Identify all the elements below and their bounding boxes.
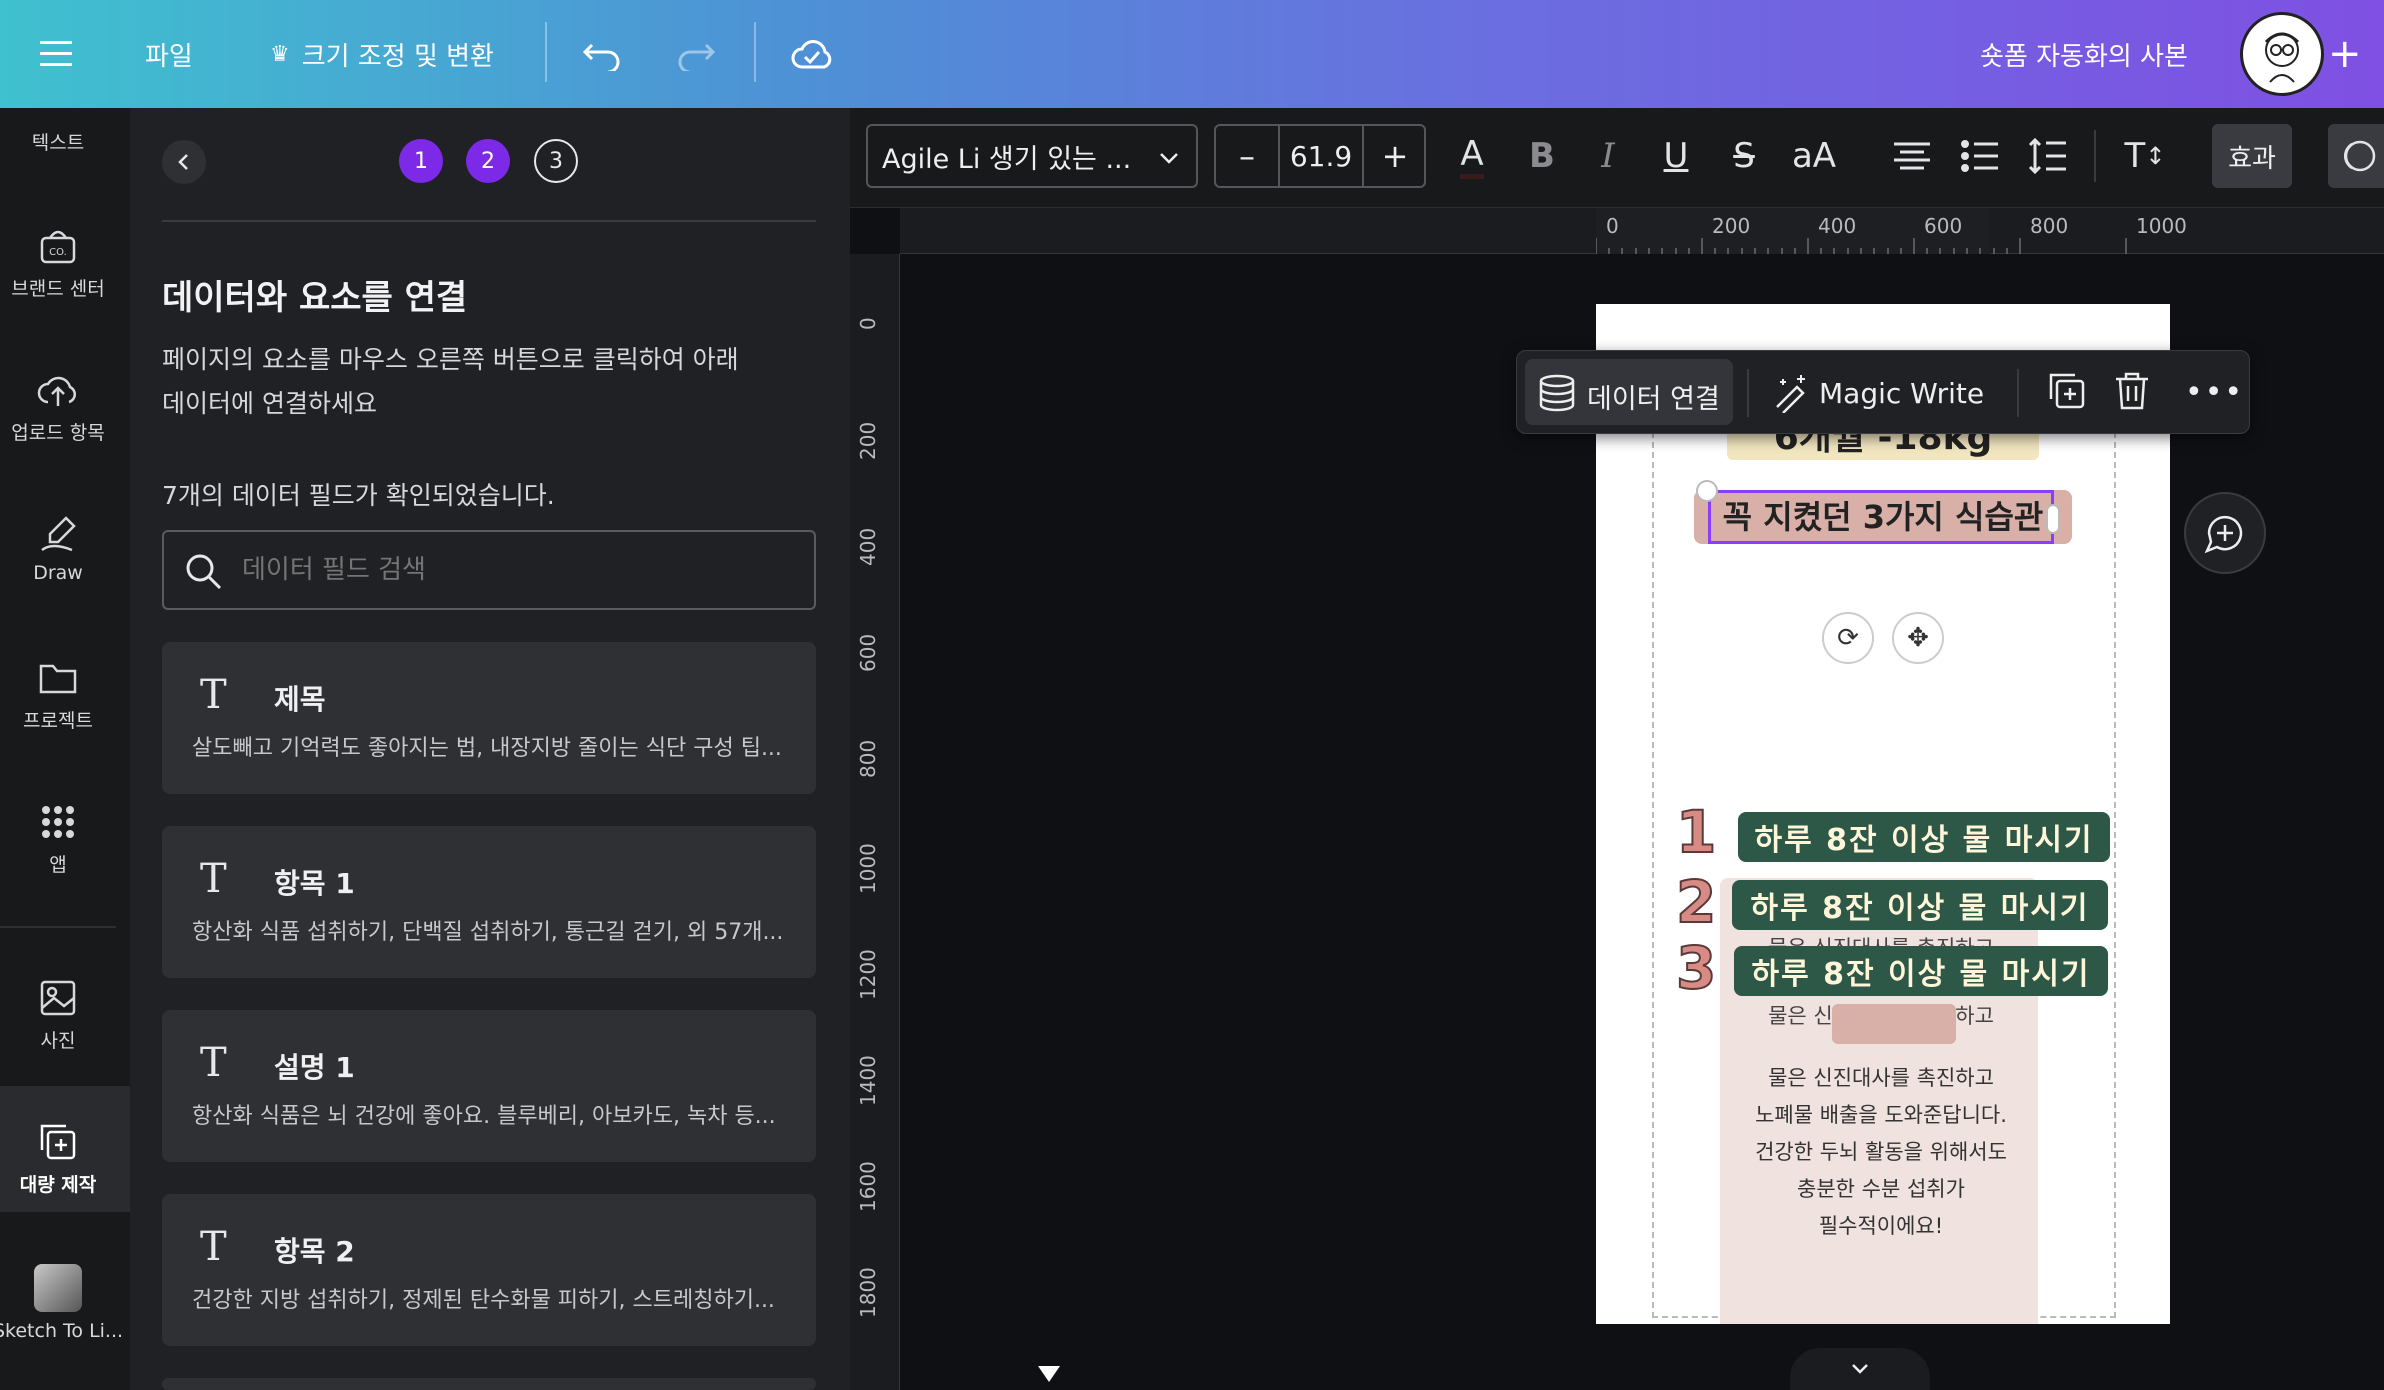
field-search-input[interactable] xyxy=(242,548,802,592)
increase-font-size-button[interactable]: + xyxy=(1364,126,1426,186)
bold-icon[interactable]: B xyxy=(1518,124,1566,188)
text-size-icon[interactable]: T ↕ xyxy=(2118,124,2172,188)
bullet-list-icon[interactable] xyxy=(1956,124,2004,188)
align-center-icon[interactable] xyxy=(1888,124,1936,188)
database-icon xyxy=(1539,374,1575,412)
move-icon[interactable]: ✥ xyxy=(1892,612,1944,664)
font-size-input[interactable]: 61.9 xyxy=(1278,126,1364,186)
connect-data-button[interactable]: 데이터 연결 xyxy=(1525,359,1733,425)
upload-icon xyxy=(37,376,76,406)
add-collaborator-icon[interactable]: + xyxy=(2328,0,2362,108)
crown-icon: ♛ xyxy=(270,41,290,67)
duplicate-icon[interactable] xyxy=(2047,371,2087,415)
timeline-handle-icon[interactable] xyxy=(1036,1364,1062,1384)
text-field-icon: T xyxy=(200,1224,227,1270)
italic-icon[interactable]: I xyxy=(1584,124,1632,188)
item-pill[interactable]: 하루 8잔 이상 물 마시기 xyxy=(1738,812,2110,862)
field-search-box[interactable] xyxy=(162,530,816,610)
avatar[interactable] xyxy=(2240,12,2324,96)
text-field-icon: T xyxy=(200,672,227,718)
data-field-card[interactable]: T 항목 2 건강한 지방 섭취하기, 정제된 탄수화물 피하기, 스트레칭하기… xyxy=(162,1194,816,1346)
font-family-dropdown[interactable]: Agile Li 생기 있는 ... xyxy=(866,124,1198,188)
rail-item-apps[interactable]: 앱 xyxy=(0,802,116,877)
panel-description: 페이지의 요소를 마우스 오른쪽 버튼으로 클릭하여 아래 데이터에 연결하세요 xyxy=(162,345,739,418)
chevron-down-icon xyxy=(1852,1364,1868,1374)
svg-text:CO.: CO. xyxy=(49,247,67,258)
draw-icon xyxy=(41,516,76,552)
resize-button[interactable]: ♛ 크기 조정 및 변환 xyxy=(270,0,494,108)
step-1[interactable]: 1 xyxy=(399,139,443,183)
animate-icon xyxy=(2343,140,2376,172)
item-number[interactable]: 1 xyxy=(1675,797,1717,867)
menu-icon[interactable] xyxy=(40,0,76,108)
item-number[interactable]: 2 xyxy=(1675,867,1717,937)
cloud-saved-icon[interactable] xyxy=(790,0,834,108)
text-field-icon: T xyxy=(200,1040,227,1086)
show-pages-button[interactable] xyxy=(1790,1348,1930,1390)
back-button[interactable] xyxy=(162,140,206,184)
animate-button[interactable] xyxy=(2328,124,2384,188)
design-page[interactable]: 6개월 -18kg 꼭 지켰던 3가지 식습관 ⟳ ✥ 1 하루 8잔 이상 물… xyxy=(1596,304,2170,1324)
sketch-app-icon xyxy=(34,1264,82,1312)
comment-plus-icon xyxy=(2204,515,2243,554)
data-field-card[interactable]: T 설명 1 항산화 식품은 뇌 건강에 좋아요. 블루베리, 아보카도, 녹차… xyxy=(162,1010,816,1162)
data-field-card[interactable] xyxy=(162,1378,816,1390)
left-rail: 텍스트 CO. 브랜드 센터 업로드 항목 Draw 프로젝트 앱 사진 대량 … xyxy=(0,108,130,1390)
body-text[interactable]: 물은 신진대사를 촉진하고 노폐물 배출을 도와준답니다. 건강한 두뇌 활동을… xyxy=(1736,1060,2026,1245)
line-spacing-icon[interactable] xyxy=(2024,124,2072,188)
magic-pen-icon xyxy=(1776,375,1805,413)
panel-divider xyxy=(162,220,816,222)
chevron-left-icon xyxy=(178,154,188,170)
item-number[interactable]: 3 xyxy=(1675,933,1717,1003)
item-pill[interactable]: 하루 8잔 이상 물 마시기 xyxy=(1732,880,2108,930)
font-size-stepper[interactable]: – 61.9 + xyxy=(1214,124,1426,188)
rail-item-bulk-create[interactable]: 대량 제작 xyxy=(0,1122,116,1197)
folder-icon xyxy=(39,664,77,694)
rail-item-text[interactable]: 텍스트 xyxy=(0,128,116,155)
rail-item-photos[interactable]: 사진 xyxy=(0,978,116,1053)
add-comment-button[interactable] xyxy=(2184,492,2266,574)
rail-item-upload[interactable]: 업로드 항목 xyxy=(0,370,116,445)
text-color-icon[interactable]: A xyxy=(1448,124,1496,188)
rail-item-sketch-app[interactable]: Sketch To Li... xyxy=(0,1264,123,1342)
text-field-icon: T xyxy=(200,856,227,902)
search-icon xyxy=(186,554,222,590)
data-field-card[interactable]: T 제목 살도빼고 기억력도 좋아지는 법, 내장지방 줄이는 식단 구성 팁.… xyxy=(162,642,816,794)
apps-icon xyxy=(42,806,74,838)
rotate-icon[interactable]: ⟳ xyxy=(1822,612,1874,664)
photo-icon xyxy=(40,980,76,1016)
file-menu-button[interactable]: 파일 xyxy=(145,0,193,108)
underline-icon[interactable]: U xyxy=(1652,124,1700,188)
redo-icon[interactable] xyxy=(676,0,716,108)
field-count-text: 7개의 데이터 필드가 확인되었습니다. xyxy=(162,481,555,510)
strikethrough-icon[interactable]: S xyxy=(1720,124,1768,188)
undo-icon[interactable] xyxy=(582,0,622,108)
step-2[interactable]: 2 xyxy=(466,139,510,183)
document-title[interactable]: 숏폼 자동화의 사본 xyxy=(1980,0,2188,108)
chevron-down-icon xyxy=(1160,153,1178,164)
vertical-ruler: 0 200 400 600 800 1000 1200 1400 1600 18… xyxy=(850,254,900,1390)
bulk-create-icon xyxy=(40,1124,76,1160)
letter-case-icon[interactable]: aA xyxy=(1788,124,1840,188)
step-3[interactable]: 3 xyxy=(534,139,578,183)
decrease-font-size-button[interactable]: – xyxy=(1216,126,1278,186)
top-bar: 파일 ♛ 크기 조정 및 변환 숏폼 자동화의 사본 + xyxy=(0,0,2384,108)
brand-icon: CO. xyxy=(40,230,76,264)
horizontal-ruler: 0 200 400 600 800 1000 xyxy=(900,208,2384,254)
trash-icon[interactable] xyxy=(2113,371,2151,415)
more-options-icon[interactable]: ••• xyxy=(2185,375,2244,410)
magic-write-button[interactable]: Magic Write xyxy=(1761,359,2009,425)
panel-heading: 데이터와 요소를 연결 xyxy=(162,278,468,318)
rail-item-draw[interactable]: Draw xyxy=(0,514,116,584)
rail-item-projects[interactable]: 프로젝트 xyxy=(0,658,116,733)
data-field-card[interactable]: T 항목 1 항산화 식품 섭취하기, 단백질 섭취하기, 통근길 걷기, 외 … xyxy=(162,826,816,978)
effects-button[interactable]: 효과 xyxy=(2212,124,2292,188)
rail-item-brand[interactable]: CO. 브랜드 센터 xyxy=(0,226,116,301)
context-toolbar: 데이터 연결 Magic Write ••• xyxy=(1516,350,2250,434)
item-pill[interactable]: 하루 8잔 이상 물 마시기 xyxy=(1734,946,2108,996)
